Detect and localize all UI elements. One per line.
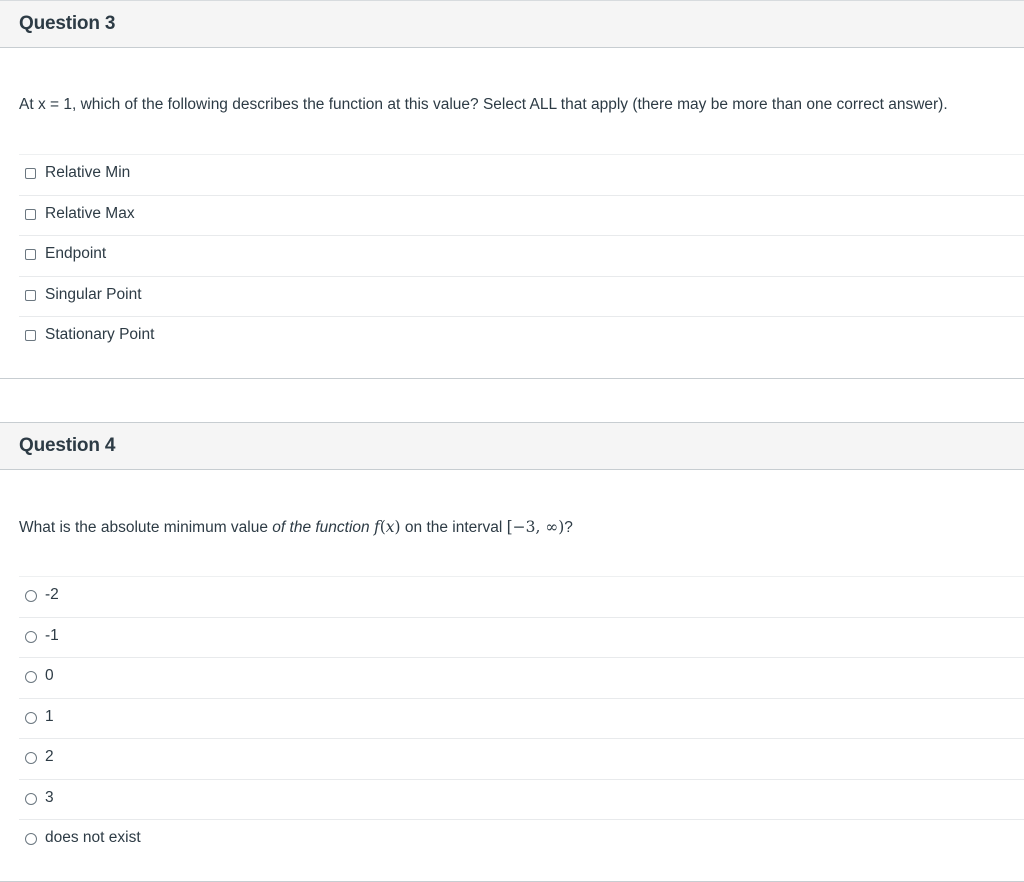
question-text-start: What is the absolute minimum value: [19, 519, 273, 536]
answer-label[interactable]: 2: [45, 748, 54, 766]
answer-label[interactable]: Endpoint: [45, 245, 106, 263]
radio-button[interactable]: [25, 671, 37, 683]
answer-option[interactable]: Stationary Point: [19, 316, 1024, 357]
answer-label[interactable]: Stationary Point: [45, 326, 154, 344]
question-text-end: ?: [564, 519, 573, 536]
answer-label[interactable]: Relative Max: [45, 205, 135, 223]
answer-label[interactable]: Relative Min: [45, 164, 130, 182]
answer-label[interactable]: does not exist: [45, 829, 141, 847]
radio-button[interactable]: [25, 630, 37, 643]
radio-button[interactable]: [25, 752, 37, 764]
answer-option[interactable]: 0: [19, 657, 1024, 698]
answer-label[interactable]: Singular Point: [45, 286, 142, 304]
answer-option[interactable]: Relative Min: [19, 154, 1024, 195]
question-text: At x = 1, which of the following describ…: [19, 96, 948, 113]
radio-button[interactable]: [25, 792, 37, 805]
answer-option[interactable]: 3: [19, 778, 1024, 820]
checkbox[interactable]: [25, 208, 36, 220]
interval-notation: [−3, ∞): [506, 518, 565, 536]
question-4: Question 4 What is the absolute minimum …: [0, 422, 1024, 882]
answer-list: -2 -1 0 1 2 3 does not exist: [19, 576, 1024, 860]
checkbox[interactable]: [25, 168, 36, 179]
question-title: Question 4: [19, 435, 116, 456]
question-header: Question 4: [0, 423, 1024, 470]
answer-option[interactable]: does not exist: [19, 819, 1024, 860]
radio-button[interactable]: [25, 711, 37, 724]
answer-option[interactable]: 2: [19, 738, 1024, 779]
checkbox[interactable]: [25, 330, 36, 341]
checkbox[interactable]: [25, 249, 36, 260]
question-text-italic: of the function: [272, 519, 370, 536]
answer-label[interactable]: 3: [45, 789, 54, 807]
question-title: Question 3: [19, 13, 116, 34]
answer-label[interactable]: 1: [45, 708, 54, 726]
answer-list: Relative Min Relative Max Endpoint Singu…: [19, 154, 1024, 357]
answer-label[interactable]: -2: [45, 586, 59, 604]
answer-option[interactable]: Singular Point: [19, 275, 1024, 317]
answer-label[interactable]: -1: [45, 627, 59, 645]
answer-option[interactable]: -2: [19, 576, 1024, 617]
answer-option[interactable]: -1: [19, 616, 1024, 658]
question-text: What is the absolute minimum value of th…: [19, 518, 573, 537]
radio-button[interactable]: [25, 590, 37, 602]
answer-option[interactable]: 1: [19, 697, 1024, 739]
answer-label[interactable]: 0: [45, 667, 54, 685]
radio-button[interactable]: [25, 833, 37, 845]
question-header: Question 3: [0, 1, 1024, 48]
answer-option[interactable]: Endpoint: [19, 235, 1024, 276]
question-text-middle: on the interval: [400, 519, 507, 536]
answer-option[interactable]: Relative Max: [19, 194, 1024, 236]
function-variable: x: [385, 518, 395, 536]
question-3: Question 3 At x = 1, which of the follow…: [0, 0, 1024, 379]
checkbox[interactable]: [25, 289, 36, 301]
